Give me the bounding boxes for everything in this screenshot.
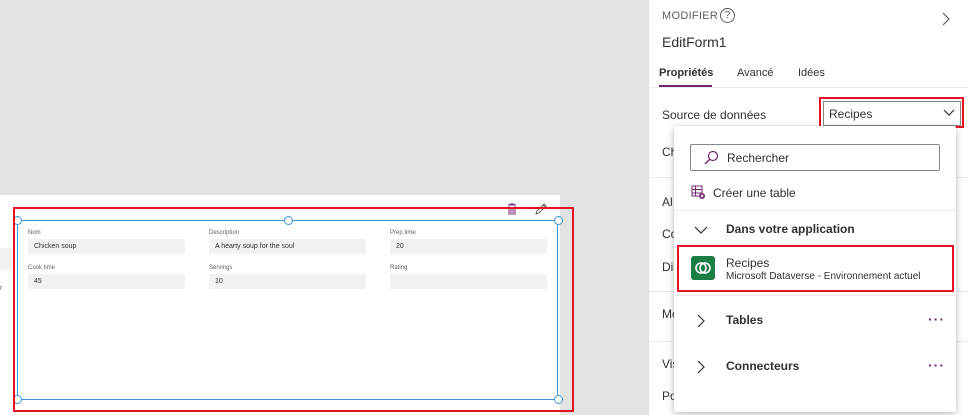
chevron-down-icon xyxy=(694,226,708,234)
tab-proprietes[interactable]: Propriétés xyxy=(659,67,713,79)
divider xyxy=(649,87,968,88)
source-highlight-box xyxy=(819,97,964,128)
section-label: Tables xyxy=(726,313,764,327)
tab-avance[interactable]: Avancé xyxy=(737,67,774,79)
chevron-right-icon xyxy=(697,314,705,328)
divider xyxy=(674,295,956,296)
search-icon xyxy=(704,150,719,165)
recipe-highlight-box xyxy=(677,245,954,292)
search-box[interactable] xyxy=(690,144,940,171)
canvas-area: r Nom Chicken soup Description A hearty … xyxy=(0,0,648,415)
divider xyxy=(674,210,956,211)
chevron-right-icon xyxy=(697,360,705,374)
left-stub-text: r xyxy=(0,285,3,292)
panel-title: EditForm1 xyxy=(662,34,727,50)
data-source-label: Source de données xyxy=(662,108,767,122)
form-highlight-box xyxy=(13,207,574,412)
search-input[interactable] xyxy=(727,151,927,165)
more-options-icon[interactable]: ··· xyxy=(928,311,945,327)
help-icon[interactable]: ? xyxy=(720,8,735,23)
chevron-right-icon[interactable] xyxy=(939,10,953,28)
more-options-icon[interactable]: ··· xyxy=(928,357,945,373)
section-label: Dans votre application xyxy=(726,222,855,236)
panel-header: MODIFIER xyxy=(662,10,719,22)
section-label: Connecteurs xyxy=(726,359,800,373)
left-stub-control xyxy=(0,248,12,270)
table-add-icon xyxy=(691,185,705,199)
create-table-label: Créer une table xyxy=(713,186,796,200)
tab-idees[interactable]: Idées xyxy=(798,67,825,79)
